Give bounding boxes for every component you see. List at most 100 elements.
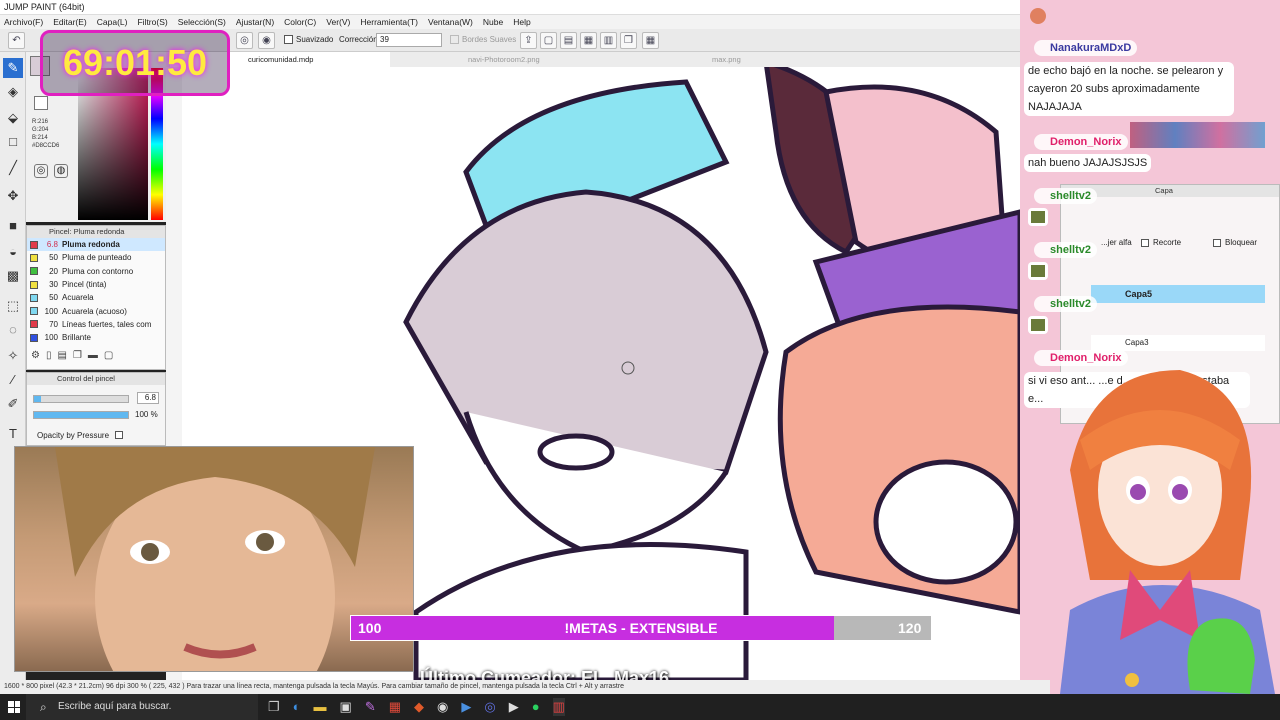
discord-icon[interactable]: ◎ xyxy=(484,698,495,716)
copy-brush-icon[interactable]: ❐ xyxy=(73,350,82,364)
brush-opacity-slider[interactable] xyxy=(33,411,129,419)
print-icon[interactable]: ▦ xyxy=(580,32,597,49)
windows-start-icon[interactable] xyxy=(8,701,20,713)
select-pen-icon[interactable]: ✐ xyxy=(3,394,23,414)
chat-message: nah bueno JAJAJSJSJS xyxy=(1024,154,1152,172)
line-tool-icon[interactable]: ╱ xyxy=(3,158,23,178)
menu-filter[interactable]: Filtro(S) xyxy=(137,15,167,29)
chat-emote xyxy=(1028,208,1048,226)
lock-checkbox[interactable] xyxy=(1213,239,1221,247)
brush-menu-icon[interactable]: ▤ xyxy=(57,350,66,364)
correction-input[interactable]: 39 xyxy=(376,33,442,47)
gradient-tool-icon[interactable]: ▩ xyxy=(3,266,23,286)
brush-item[interactable]: 100 Brillante xyxy=(27,331,165,344)
clipping-label: Recorte xyxy=(1153,238,1182,247)
chat-username: shelltv2 xyxy=(1034,188,1097,204)
magic-wand-icon[interactable]: ✧ xyxy=(3,346,23,366)
move-tool-icon[interactable]: ✥ xyxy=(3,186,23,206)
chat-emote xyxy=(1028,316,1048,334)
copy-icon[interactable]: ❐ xyxy=(620,32,637,49)
menu-edit[interactable]: Editar(E) xyxy=(53,15,87,29)
smooth-checkbox[interactable] xyxy=(284,35,293,44)
select-rect-icon[interactable]: ⬚ xyxy=(3,296,23,316)
menu-color[interactable]: Color(C) xyxy=(284,15,316,29)
menu-help[interactable]: Help xyxy=(513,15,530,29)
spotify-icon[interactable]: ● xyxy=(532,698,540,716)
brush-item[interactable]: 6.8 Pluma redonda xyxy=(27,238,165,252)
brush-item[interactable]: 20 Pluma con contorno xyxy=(27,265,165,278)
brush-item[interactable]: 70 Líneas fuertes, tales com xyxy=(27,318,165,331)
color-mode-icon[interactable]: ◎ xyxy=(34,164,48,178)
menu-cloud[interactable]: Nube xyxy=(483,15,503,29)
obs-icon[interactable]: ◉ xyxy=(437,698,448,716)
brush-item[interactable]: 100 Acuarela (acuoso) xyxy=(27,304,165,317)
page-icon[interactable]: ▥ xyxy=(600,32,617,49)
menu-selection[interactable]: Selección(S) xyxy=(178,15,226,29)
file-explorer-icon[interactable]: ▬ xyxy=(314,698,327,716)
brush-control-title: Control del pincel xyxy=(27,373,165,385)
color-readout: R:216 G:204 B:214 #D8CCD6 xyxy=(32,119,60,149)
brush-panel: Pincel: Pluma redonda 6.8 Pluma redonda … xyxy=(26,225,166,370)
brush-color-swatch xyxy=(30,240,38,249)
soft-edges-label: Bordes Suaves xyxy=(462,35,517,44)
edge-icon[interactable]: ◐ xyxy=(293,698,301,716)
office-icon[interactable]: ▦ xyxy=(389,698,401,716)
new-brush-icon[interactable]: ▯ xyxy=(46,350,52,364)
brush-settings-icon[interactable]: ⚙ xyxy=(31,350,40,364)
shape-tool-icon[interactable]: □ xyxy=(3,132,23,152)
cloud-upload-icon[interactable]: ⇪ xyxy=(520,32,537,49)
eyedropper-icon[interactable]: ⁄ xyxy=(3,370,23,390)
text-tool-icon[interactable]: T xyxy=(3,424,23,444)
menu-view[interactable]: Ver(V) xyxy=(326,15,350,29)
brush-item[interactable]: 50 Acuarela xyxy=(27,291,165,304)
menu-tool[interactable]: Herramienta(T) xyxy=(360,15,418,29)
undo-icon[interactable]: ↶ xyxy=(8,32,25,49)
opacity-pressure-checkbox[interactable] xyxy=(115,431,123,439)
layer-row[interactable]: Capa5 xyxy=(1091,285,1265,303)
brush-size-value[interactable]: 6.8 xyxy=(137,392,159,404)
task-view-icon[interactable]: ❐ xyxy=(268,698,280,716)
pen-tool-icon[interactable]: ✎ xyxy=(3,58,23,78)
menu-adjust[interactable]: Ajustar(N) xyxy=(236,15,274,29)
clipping-checkbox[interactable] xyxy=(1141,239,1149,247)
menu-file[interactable]: Archivo(F) xyxy=(4,15,43,29)
snap-radial-icon[interactable]: ◉ xyxy=(258,32,275,49)
fit-icon[interactable]: ▢ xyxy=(540,32,557,49)
soft-edges-checkbox[interactable] xyxy=(450,35,459,44)
delete-brush-icon[interactable]: ▢ xyxy=(104,350,113,364)
document-tabs: curicomunidad.mdp navi-Photoroom2.png ma… xyxy=(166,52,1020,67)
pen-app-icon[interactable]: ✎ xyxy=(365,698,376,716)
brave-icon[interactable]: ◆ xyxy=(414,698,424,716)
brush-size-slider[interactable] xyxy=(33,395,129,403)
brush-item[interactable]: 50 Pluma de punteado xyxy=(27,251,165,264)
fill-tool-icon[interactable]: ⬙ xyxy=(3,108,23,128)
grid-icon[interactable]: ▦ xyxy=(642,32,659,49)
eraser-tool-icon[interactable]: ◈ xyxy=(3,82,23,102)
taskbar-apps: ❐ ◐ ▬ ▣ ✎ ▦ ◆ ◉ ▶ ◎ ▶ ● ▥ xyxy=(268,698,565,716)
brush-item[interactable]: 30 Pincel (tinta) xyxy=(27,278,165,291)
palette-icon[interactable]: ◍ xyxy=(54,164,68,178)
chat-username: shelltv2 xyxy=(1034,242,1097,258)
lasso-icon[interactable]: ◌ xyxy=(3,320,23,340)
menu-window[interactable]: Ventana(W) xyxy=(428,15,473,29)
media-icon[interactable]: ▶ xyxy=(509,698,519,716)
taskbar-search-input[interactable]: Escribe aquí para buscar. xyxy=(26,694,258,720)
comment-icon[interactable]: ▤ xyxy=(560,32,577,49)
layer-row[interactable]: Capa3 xyxy=(1091,335,1265,351)
tab-doc-3[interactable]: max.png xyxy=(618,52,838,67)
menu-layer[interactable]: Capa(L) xyxy=(97,15,128,29)
rect-tool-icon[interactable]: ■ xyxy=(3,216,23,236)
tab-doc-2[interactable]: navi-Photoroom2.png xyxy=(394,52,614,67)
jumppaint-icon[interactable]: ▥ xyxy=(552,698,565,716)
store-icon[interactable]: ▣ xyxy=(340,698,352,716)
sub-color-swatch[interactable] xyxy=(34,96,48,110)
bucket-tool-icon[interactable]: ◒ xyxy=(3,242,23,262)
opacity-pressure-label: Opacity by Pressure xyxy=(37,431,110,440)
goal-target: 120 xyxy=(898,620,922,636)
snap-icon[interactable]: ◎ xyxy=(236,32,253,49)
vtuber-avatar xyxy=(1060,370,1275,694)
stream-timer: 69:01:50 xyxy=(40,30,230,96)
vscode-icon[interactable]: ▶ xyxy=(461,698,471,716)
brush-panel-title: Pincel: Pluma redonda xyxy=(27,226,165,238)
folder-icon[interactable]: ▬ xyxy=(88,350,98,364)
